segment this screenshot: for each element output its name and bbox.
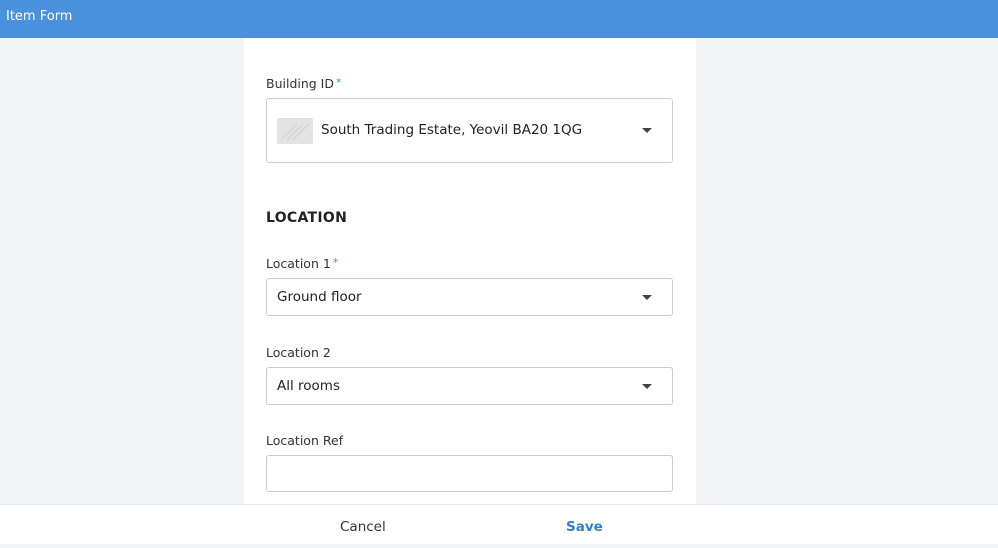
required-mark: * xyxy=(332,256,339,269)
image-placeholder-icon xyxy=(280,123,310,141)
section-title-location: LOCATION xyxy=(266,210,348,226)
location2-select[interactable]: All rooms xyxy=(266,367,673,405)
location2-value: All rooms xyxy=(277,378,340,394)
required-mark: * xyxy=(336,76,342,89)
location1-label-text: Location 1 xyxy=(266,256,331,271)
chevron-down-icon[interactable] xyxy=(642,295,652,300)
window-title: Item Form xyxy=(6,9,73,24)
building-id-label-text: Building ID xyxy=(266,76,334,91)
building-id-value: South Trading Estate, Yeovil BA20 1QG xyxy=(321,122,583,138)
location1-value: Ground floor xyxy=(277,289,362,305)
cancel-button[interactable]: Cancel xyxy=(340,519,386,535)
location-ref-label: Location Ref xyxy=(266,433,344,448)
save-button[interactable]: Save xyxy=(566,519,603,535)
action-footer: Cancel Save xyxy=(0,504,998,544)
location-ref-input[interactable] xyxy=(266,455,673,492)
building-id-label: Building ID * xyxy=(266,76,342,91)
location1-label: Location 1 * xyxy=(266,256,338,271)
chevron-down-icon[interactable] xyxy=(642,128,652,133)
form-panel: Building ID * South Trading Estate, Yeovi… xyxy=(244,38,696,508)
building-thumbnail-image xyxy=(277,118,313,144)
location2-label: Location 2 xyxy=(266,345,331,360)
chevron-down-icon[interactable] xyxy=(642,384,652,389)
building-id-select[interactable]: South Trading Estate, Yeovil BA20 1QG xyxy=(266,98,673,163)
location1-select[interactable]: Ground floor xyxy=(266,278,673,316)
title-bar: Item Form xyxy=(0,0,998,38)
